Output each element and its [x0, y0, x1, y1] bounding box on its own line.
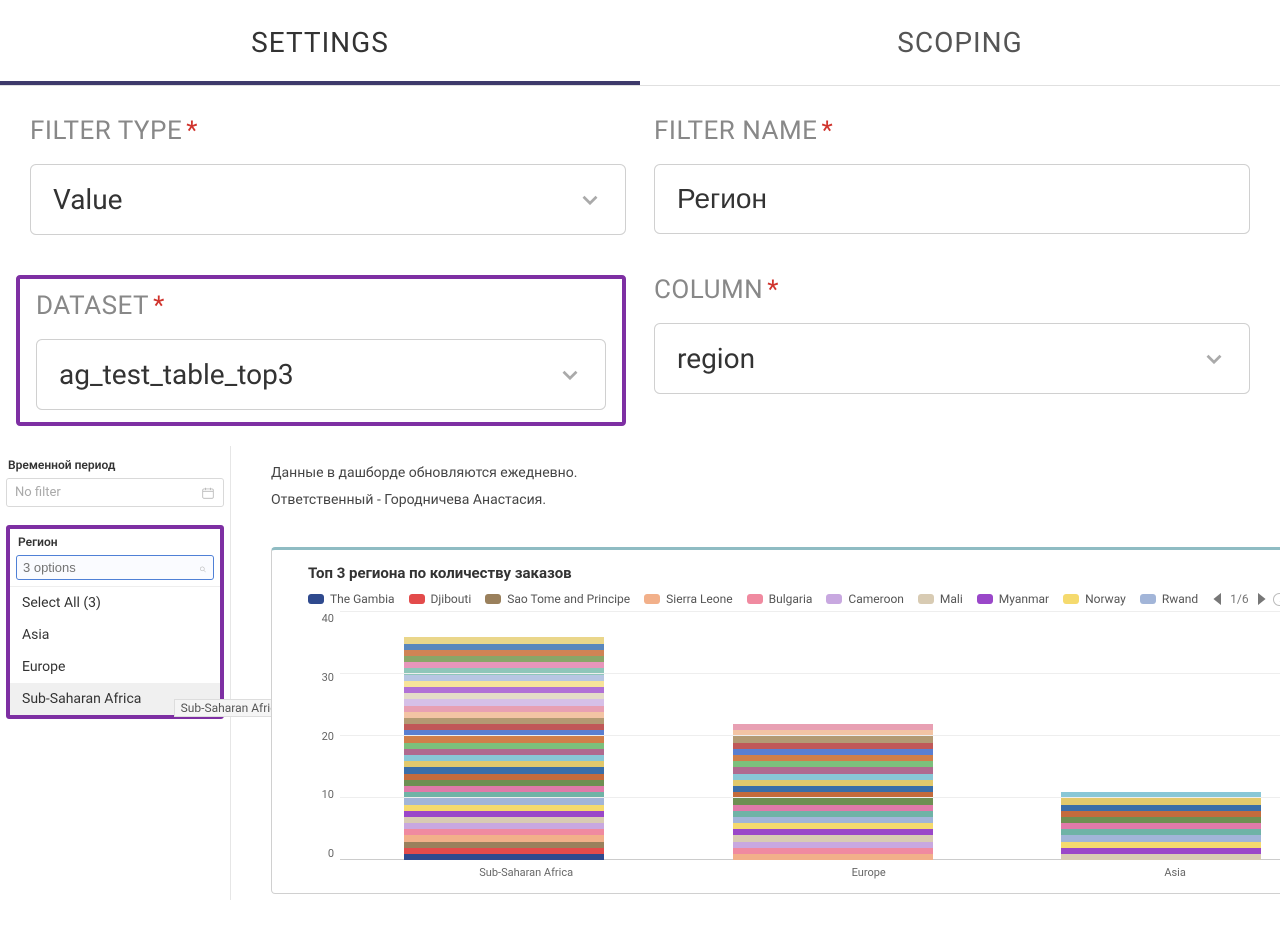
tab-scoping[interactable]: SCOPING: [640, 0, 1280, 85]
region-filter-block: Регион Select All (3) Asia Europe Sub-Sa…: [6, 525, 224, 719]
legend-prev-icon[interactable]: [1212, 593, 1224, 605]
column-select[interactable]: region: [654, 323, 1250, 394]
chart-title: Топ 3 региона по количеству заказов: [308, 564, 572, 582]
legend-label: Cameroon: [848, 592, 904, 606]
dashboard-note: Данные в дашборде обновляются ежедневно.: [271, 460, 1280, 487]
legend-page: 1/6: [1230, 592, 1248, 606]
tabs: SETTINGS SCOPING: [0, 0, 1280, 86]
legend-swatch: [1063, 594, 1079, 604]
filter-name-input-wrap[interactable]: [654, 164, 1250, 234]
y-tick-label: 10: [322, 788, 334, 801]
dataset-select[interactable]: ag_test_table_top3: [36, 339, 606, 410]
time-period-filter[interactable]: No filter: [6, 478, 224, 507]
region-search-wrap[interactable]: [16, 555, 214, 580]
legend-item[interactable]: The Gambia: [308, 592, 395, 606]
legend-swatch: [977, 594, 993, 604]
field-filter-name: FILTER NAME*: [654, 116, 1250, 235]
filter-type-label: FILTER TYPE*: [30, 116, 626, 146]
chart-grid: [340, 612, 1280, 860]
filters-sidebar: Временной период No filter Регион Select…: [0, 446, 230, 900]
legend-swatch: [1140, 594, 1156, 604]
field-dataset: DATASET* ag_test_table_top3: [16, 275, 626, 426]
legend-label: Djibouti: [431, 592, 472, 606]
legend-item[interactable]: Djibouti: [409, 592, 472, 606]
column-label: COLUMN*: [654, 275, 1250, 305]
filter-name-input[interactable]: [677, 183, 1227, 215]
time-period-value: No filter: [15, 485, 61, 500]
legend-swatch: [747, 594, 763, 604]
y-tick-label: 20: [322, 730, 334, 743]
legend-label: Myanmar: [999, 592, 1049, 606]
chart-y-axis: 40 30 20 10 0: [308, 612, 340, 860]
legend-next-icon[interactable]: [1255, 593, 1267, 605]
legend-item[interactable]: Norway: [1063, 592, 1126, 606]
region-select-all[interactable]: Select All (3): [10, 587, 220, 619]
chart-bar[interactable]: [733, 724, 933, 860]
dataset-label: DATASET*: [36, 291, 606, 321]
column-value: region: [677, 342, 755, 375]
chart-bar[interactable]: [404, 637, 604, 860]
legend-item[interactable]: Rwand: [1140, 592, 1198, 606]
region-search-input[interactable]: [23, 560, 199, 575]
legend-swatch: [308, 594, 324, 604]
chevron-down-icon: [557, 362, 583, 388]
legend-label: Bulgaria: [769, 592, 813, 606]
legend-item[interactable]: Cameroon: [826, 592, 904, 606]
region-options-list: Select All (3) Asia Europe Sub-Saharan A…: [10, 586, 220, 715]
dashboard-pane: Данные в дашборде обновляются ежедневно.…: [230, 446, 1280, 900]
legend-label: Sao Tome and Principe: [507, 592, 630, 606]
y-tick-label: 0: [328, 847, 334, 860]
legend-item[interactable]: Myanmar: [977, 592, 1049, 606]
legend-item[interactable]: Sierra Leone: [644, 592, 732, 606]
field-filter-type: FILTER TYPE* Value: [30, 116, 626, 235]
chart-plot: 40 30 20 10 0: [308, 612, 1280, 860]
chevron-down-icon: [1201, 346, 1227, 372]
time-period-label: Временной период: [8, 458, 224, 472]
calendar-icon: [201, 486, 215, 500]
filter-name-label: FILTER NAME*: [654, 116, 1250, 146]
legend-swatch: [918, 594, 934, 604]
legend-item[interactable]: Bulgaria: [747, 592, 813, 606]
legend-item[interactable]: Mali: [918, 592, 963, 606]
field-column: COLUMN* region: [654, 275, 1250, 426]
legend-swatch: [644, 594, 660, 604]
legend-label: Norway: [1085, 592, 1126, 606]
tab-settings[interactable]: SETTINGS: [0, 0, 640, 85]
region-option[interactable]: Asia: [10, 619, 220, 651]
legend-label: Sierra Leone: [666, 592, 732, 606]
legend-label: Rwand: [1162, 592, 1198, 606]
dataset-value: ag_test_table_top3: [59, 358, 294, 391]
chart-card: Топ 3 региона по количеству заказов The …: [271, 547, 1280, 894]
search-icon: [199, 561, 207, 574]
chart-bar[interactable]: [1061, 792, 1261, 860]
y-tick-label: 40: [322, 612, 334, 625]
legend-label: Mali: [940, 592, 963, 606]
legend-swatch: [826, 594, 842, 604]
legend-label: The Gambia: [330, 592, 395, 606]
y-tick-label: 30: [322, 671, 334, 684]
chevron-down-icon: [577, 187, 603, 213]
filter-type-value: Value: [53, 183, 123, 216]
chart-x-axis: Sub-Saharan Africa Europe Asia: [340, 860, 1280, 879]
region-label: Регион: [18, 535, 214, 549]
x-tick-label: Asia: [1164, 866, 1186, 879]
x-tick-label: Sub-Saharan Africa: [479, 866, 573, 879]
legend-swatch: [485, 594, 501, 604]
chart-legend: The Gambia Djibouti Sao Tome and Principe S…: [308, 592, 1280, 606]
legend-all-button[interactable]: All: [1273, 593, 1280, 606]
dashboard-note: Ответственный - Городничева Анастасия.: [271, 487, 1280, 514]
filter-type-select[interactable]: Value: [30, 164, 626, 235]
legend-item[interactable]: Sao Tome and Principe: [485, 592, 630, 606]
legend-pager: 1/6AllInv: [1212, 592, 1280, 606]
region-option[interactable]: Europe: [10, 651, 220, 683]
legend-swatch: [409, 594, 425, 604]
x-tick-label: Europe: [852, 866, 886, 879]
